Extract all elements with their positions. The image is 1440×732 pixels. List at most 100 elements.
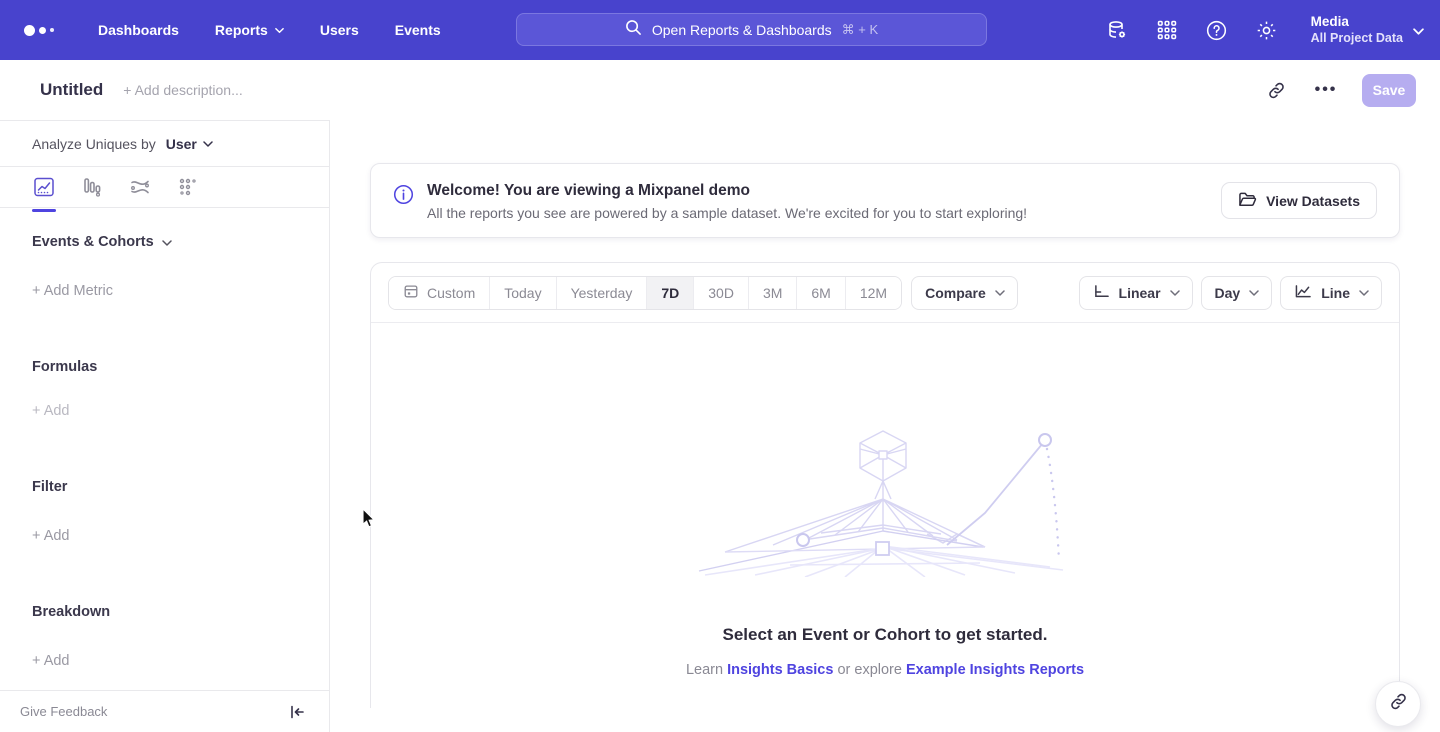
empty-state-illustration bbox=[695, 427, 1075, 577]
tab-metrics-grid[interactable] bbox=[176, 167, 200, 203]
breakdown-section-title: Breakdown bbox=[32, 604, 297, 620]
report-header: Untitled + Add description... ••• Save bbox=[0, 60, 1440, 120]
metrics-grid-icon bbox=[177, 176, 199, 203]
example-reports-link[interactable]: Example Insights Reports bbox=[906, 662, 1084, 678]
nav-reports[interactable]: Reports bbox=[215, 22, 284, 38]
hint-middle: or explore bbox=[837, 662, 901, 678]
range-12m[interactable]: 12M bbox=[846, 277, 901, 309]
nav-users[interactable]: Users bbox=[320, 22, 359, 38]
scale-selector[interactable]: Linear bbox=[1079, 276, 1193, 310]
settings-gear-icon[interactable] bbox=[1255, 18, 1279, 42]
analyze-entity-dropdown[interactable]: User bbox=[166, 136, 212, 152]
project-scope: All Project Data bbox=[1311, 31, 1403, 47]
add-breakdown-button[interactable]: + Add bbox=[32, 653, 297, 669]
nav-reports-label: Reports bbox=[215, 22, 268, 38]
project-switcher[interactable]: Media All Project Data bbox=[1311, 14, 1422, 47]
add-filter-button[interactable]: + Add bbox=[32, 528, 297, 544]
report-title[interactable]: Untitled bbox=[40, 80, 103, 100]
bar-chart-icon bbox=[81, 176, 103, 203]
range-30d[interactable]: 30D bbox=[694, 277, 749, 309]
granularity-selector[interactable]: Day bbox=[1201, 276, 1273, 310]
nav-users-label: Users bbox=[320, 22, 359, 38]
data-management-icon[interactable] bbox=[1105, 18, 1129, 42]
search-icon bbox=[625, 19, 642, 41]
add-formula-label: + Add bbox=[32, 403, 70, 419]
analyze-entity-value: User bbox=[166, 136, 197, 152]
empty-state-links: Learn Insights Basics or explore Example… bbox=[371, 662, 1399, 678]
chevron-down-icon bbox=[995, 288, 1004, 297]
search-placeholder: Open Reports & Dashboards bbox=[652, 22, 832, 38]
more-options-button[interactable]: ••• bbox=[1312, 76, 1340, 104]
range-custom[interactable]: Custom bbox=[389, 277, 490, 309]
filter-section-title: Filter bbox=[32, 479, 297, 495]
range-today[interactable]: Today bbox=[490, 277, 556, 309]
chevron-down-icon bbox=[1359, 288, 1368, 297]
give-feedback-link[interactable]: Give Feedback bbox=[20, 704, 107, 719]
search-shortcut: ⌘ + K bbox=[842, 22, 879, 38]
date-range-segmented-control: Custom Today Yesterday 7D 30D 3M 6M 12M bbox=[388, 276, 902, 310]
empty-state-title: Select an Event or Cohort to get started… bbox=[371, 625, 1399, 645]
compare-button[interactable]: Compare bbox=[911, 276, 1018, 310]
view-datasets-label: View Datasets bbox=[1266, 193, 1360, 209]
demo-welcome-banner: Welcome! You are viewing a Mixpanel demo… bbox=[370, 163, 1400, 238]
add-metric-button[interactable]: + Add Metric bbox=[32, 283, 297, 299]
info-icon bbox=[393, 184, 414, 210]
compare-label: Compare bbox=[925, 285, 986, 301]
nav-dashboards[interactable]: Dashboards bbox=[98, 22, 179, 38]
formulas-section-title: Formulas bbox=[32, 359, 297, 375]
range-7d[interactable]: 7D bbox=[647, 277, 694, 309]
add-metric-label: + Add Metric bbox=[32, 283, 113, 299]
analyze-row: Analyze Uniques by User bbox=[0, 121, 329, 166]
main-nav: Dashboards Reports Users Events bbox=[98, 22, 441, 38]
sidebar-footer: Give Feedback bbox=[0, 690, 329, 732]
events-cohorts-title: Events & Cohorts bbox=[32, 234, 154, 250]
chevron-down-icon bbox=[162, 238, 171, 247]
insights-chart-card: Custom Today Yesterday 7D 30D 3M 6M 12M … bbox=[370, 262, 1400, 708]
range-custom-label: Custom bbox=[427, 285, 475, 301]
events-cohorts-section[interactable]: Events & Cohorts bbox=[32, 234, 297, 250]
nav-events[interactable]: Events bbox=[395, 22, 441, 38]
scale-label: Linear bbox=[1119, 285, 1161, 301]
chart-type-tabs bbox=[0, 166, 329, 208]
mixpanel-insights-screen: Dashboards Reports Users Events Open Rep… bbox=[0, 0, 1440, 732]
add-formula-button[interactable]: + Add bbox=[32, 403, 297, 419]
chart-type-selector[interactable]: Line bbox=[1280, 276, 1382, 310]
chart-type-label: Line bbox=[1321, 285, 1350, 301]
range-3m[interactable]: 3M bbox=[749, 277, 797, 309]
tab-line-chart[interactable] bbox=[32, 167, 56, 212]
range-yesterday[interactable]: Yesterday bbox=[557, 277, 648, 309]
hint-prefix: Learn bbox=[686, 662, 723, 678]
chevron-down-icon bbox=[1249, 288, 1258, 297]
insights-basics-link[interactable]: Insights Basics bbox=[727, 662, 833, 678]
line-type-icon bbox=[1294, 284, 1312, 302]
nav-dashboards-label: Dashboards bbox=[98, 22, 179, 38]
banner-subtitle: All the reports you see are powered by a… bbox=[427, 205, 1027, 221]
share-link-fab[interactable] bbox=[1375, 681, 1421, 727]
nav-events-label: Events bbox=[395, 22, 441, 38]
range-6m[interactable]: 6M bbox=[797, 277, 845, 309]
view-datasets-button[interactable]: View Datasets bbox=[1221, 182, 1377, 219]
tab-bar-chart[interactable] bbox=[80, 167, 104, 203]
report-description-placeholder[interactable]: + Add description... bbox=[123, 82, 242, 98]
flow-chart-icon bbox=[129, 176, 151, 203]
analyze-label: Analyze Uniques by bbox=[32, 136, 156, 152]
line-chart-icon bbox=[33, 176, 55, 203]
chart-controls-row: Custom Today Yesterday 7D 30D 3M 6M 12M … bbox=[371, 263, 1399, 323]
chevron-down-icon bbox=[203, 139, 212, 148]
link-icon bbox=[1389, 692, 1408, 716]
query-builder-sidebar: Analyze Uniques by User bbox=[0, 120, 330, 732]
global-search-input[interactable]: Open Reports & Dashboards ⌘ + K bbox=[516, 13, 987, 46]
tab-flow-chart[interactable] bbox=[128, 167, 152, 203]
axis-scale-icon bbox=[1093, 284, 1110, 302]
collapse-sidebar-icon[interactable] bbox=[289, 705, 305, 719]
calendar-icon bbox=[403, 283, 419, 302]
banner-title: Welcome! You are viewing a Mixpanel demo bbox=[427, 182, 1027, 200]
chevron-down-icon bbox=[1170, 288, 1179, 297]
copy-link-icon[interactable] bbox=[1262, 76, 1290, 104]
chevron-down-icon bbox=[275, 26, 284, 35]
save-button[interactable]: Save bbox=[1362, 74, 1416, 107]
add-filter-label: + Add bbox=[32, 528, 70, 544]
mixpanel-logo-icon[interactable] bbox=[24, 25, 68, 36]
help-icon[interactable] bbox=[1205, 18, 1229, 42]
apps-grid-icon[interactable] bbox=[1155, 18, 1179, 42]
